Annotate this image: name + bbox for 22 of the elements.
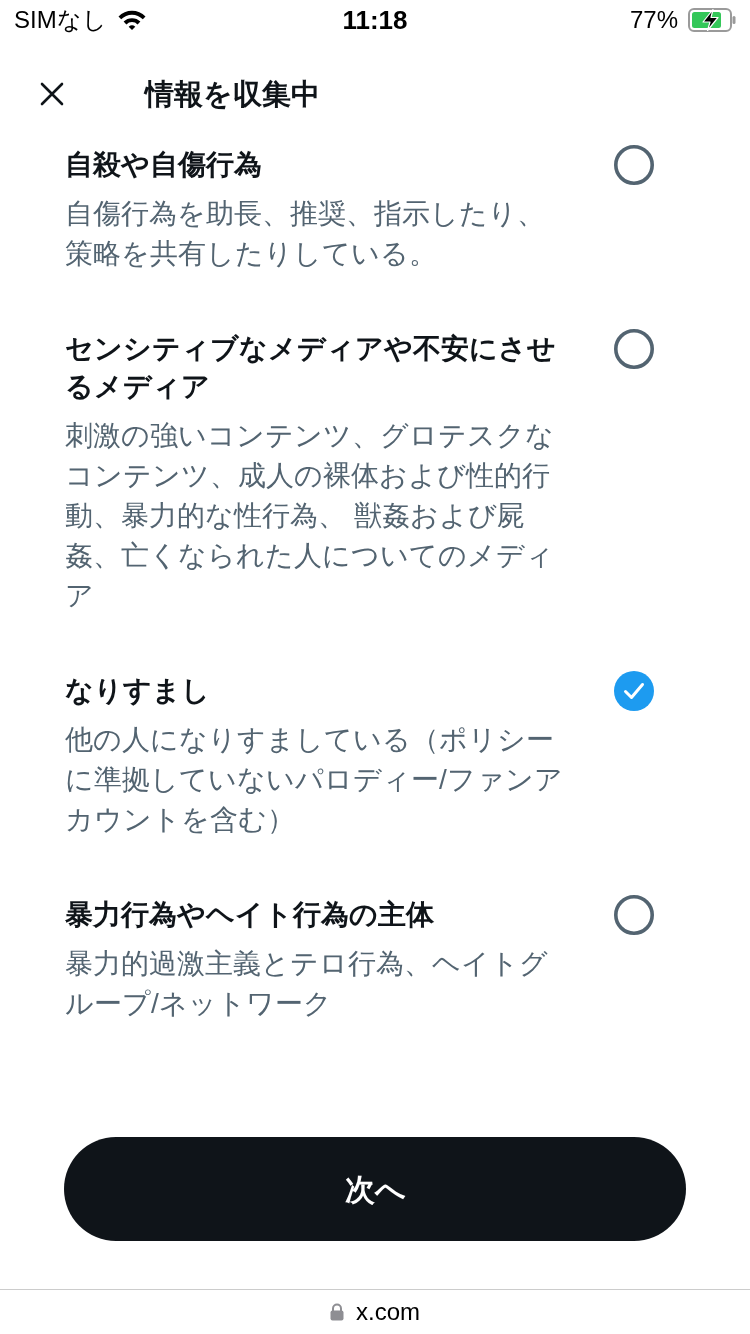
option-description: 他の人になりすましている（ポリシーに準拠していないパロディー/ファンアカウントを含む） bbox=[65, 723, 564, 837]
option-description: 自傷行為を助長、推奨、指示したり、策略を共有したりしている。 bbox=[65, 197, 546, 271]
radio-icon[interactable] bbox=[614, 895, 654, 935]
close-icon[interactable] bbox=[40, 82, 64, 106]
url-text[interactable]: x.com bbox=[356, 1298, 420, 1326]
carrier-text: SIMなし bbox=[14, 6, 107, 34]
charging-battery-icon bbox=[688, 8, 736, 32]
option-title: 暴力行為やヘイト行為の主体 bbox=[65, 898, 435, 932]
option-title: 自殺や自傷行為 bbox=[65, 148, 263, 182]
radio-icon[interactable] bbox=[614, 329, 654, 369]
battery-percent-text: 77% bbox=[629, 6, 678, 34]
checked-radio-icon[interactable] bbox=[614, 671, 654, 711]
radio-icon[interactable] bbox=[614, 145, 654, 185]
option-description: 刺激の強いコンテンツ、グロテスクなコンテンツ、成人の裸体および性的行動、暴力的な性行為、 獣姦および屍姦、亡くなられた人についてのメディア bbox=[65, 419, 555, 613]
time-text: 11:18 bbox=[342, 5, 408, 35]
page-title: 情報を収集中 bbox=[145, 77, 320, 112]
option-description: 暴力的過激主義とテロ行為、ヘイトグループ/ネットワーク bbox=[65, 947, 549, 1021]
option-title: センシティブなメディアや不安にさせるメディア bbox=[65, 332, 557, 404]
lock-icon bbox=[330, 1303, 344, 1321]
wifi-icon bbox=[116, 9, 147, 31]
next-button[interactable]: 次へ bbox=[64, 1137, 686, 1241]
option-title: なりすまし bbox=[65, 674, 211, 708]
